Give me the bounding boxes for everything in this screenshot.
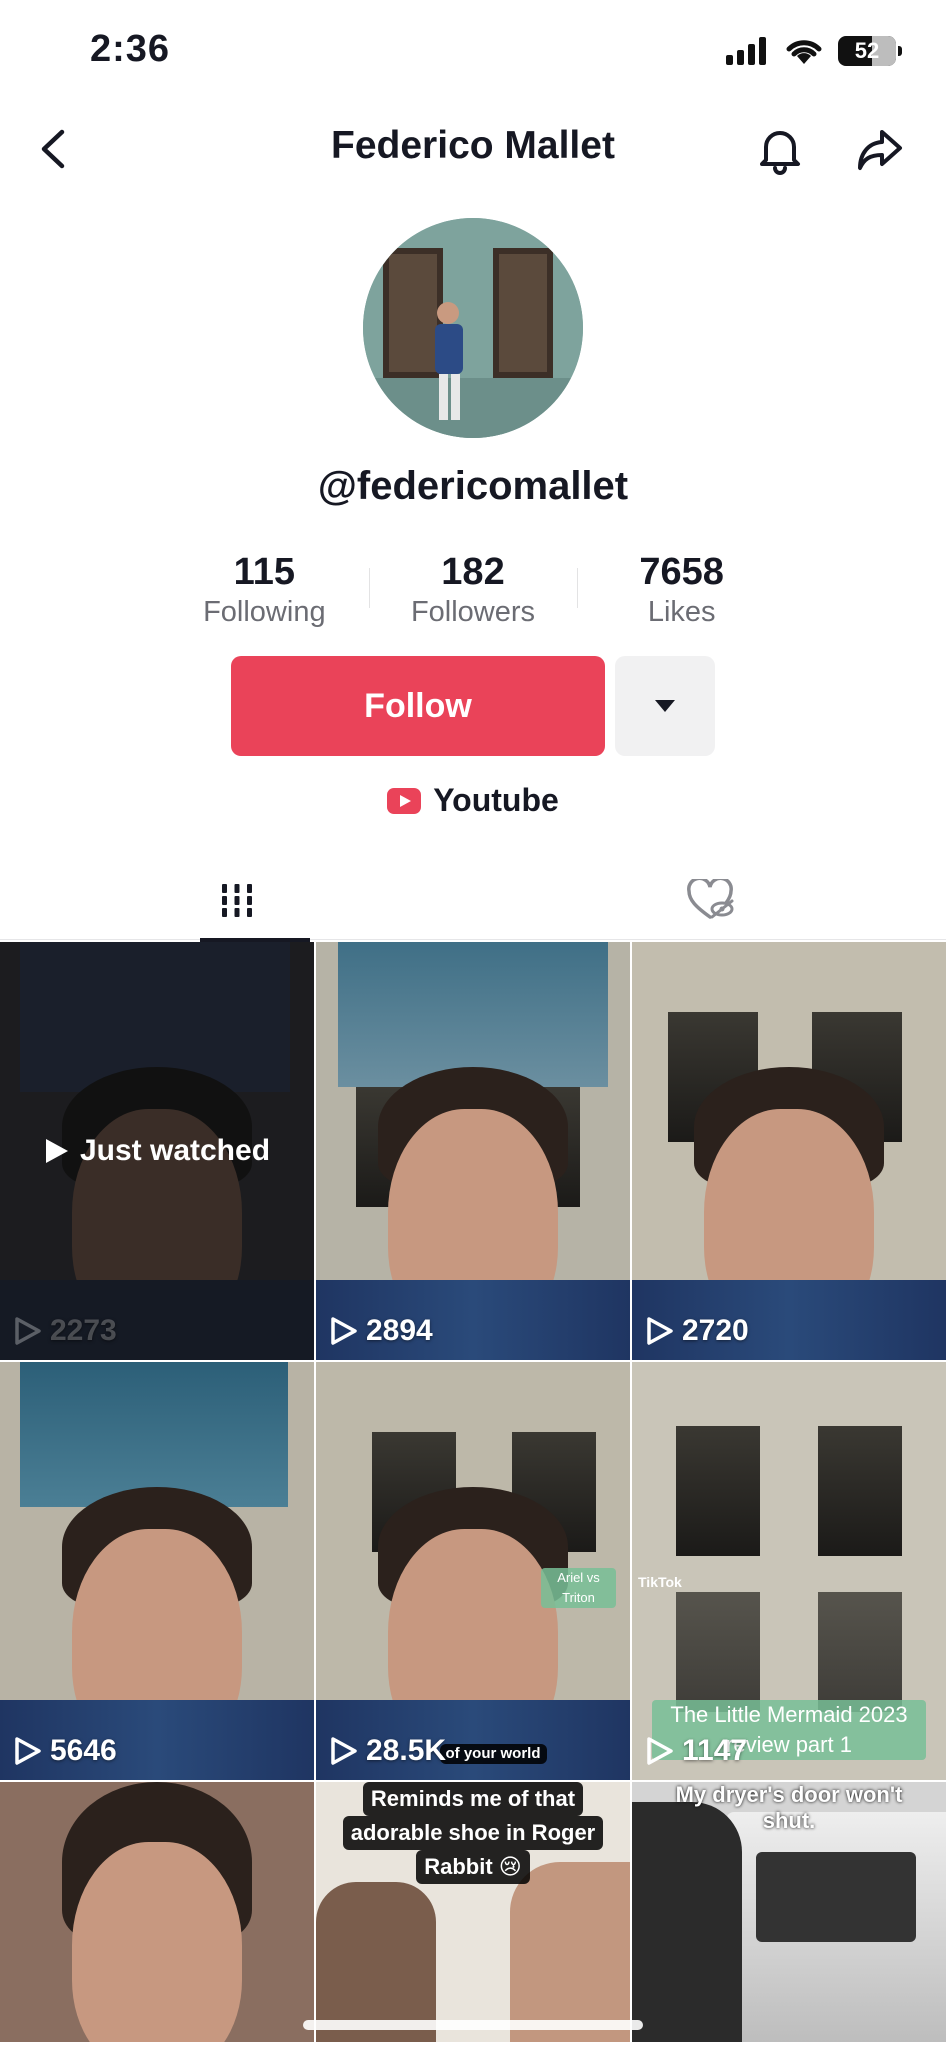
- tiktok-watermark: TikTok: [638, 1574, 682, 1590]
- grid-icon: [221, 884, 252, 917]
- just-watched-badge: Just watched: [0, 1134, 314, 1168]
- share-arrow-icon[interactable]: [852, 122, 908, 178]
- followers-count: 182: [441, 551, 505, 593]
- video-tile[interactable]: TikTok The Little Mermaid 2023 review pa…: [632, 1362, 946, 1780]
- avatar[interactable]: [363, 218, 583, 438]
- battery-icon: 52: [838, 36, 902, 66]
- view-count: 2894: [330, 1314, 433, 1348]
- video-tile[interactable]: 5646: [0, 1362, 314, 1780]
- nav-bar: Federico Mallet: [0, 110, 946, 190]
- view-count: 5646: [14, 1734, 117, 1768]
- view-count: 2273: [14, 1314, 117, 1348]
- followers-label: Followers: [410, 596, 536, 628]
- video-caption: My dryer's door won't shut.: [675, 1782, 903, 1833]
- video-grid: Just watched 2273 2894 2720 5646 Ariel v…: [0, 942, 946, 2042]
- video-thumbnail-clip: [338, 942, 608, 1087]
- video-caption: Reminds me of that adorable shoe in Roge…: [322, 1782, 624, 1884]
- suggested-accounts-button[interactable]: [615, 656, 715, 756]
- view-count-label: 2273: [50, 1314, 117, 1347]
- view-count: 28.5K: [330, 1734, 446, 1768]
- view-count-label: 28.5K: [366, 1734, 447, 1767]
- video-tile[interactable]: [0, 1782, 314, 2042]
- youtube-icon: [387, 787, 422, 814]
- view-count-label: 1147: [682, 1734, 748, 1767]
- status-bar: 2:36 52: [0, 0, 946, 100]
- view-count: 2720: [646, 1314, 749, 1348]
- view-count-label: 2720: [682, 1314, 749, 1347]
- view-count: 1147: [646, 1734, 747, 1768]
- follow-button[interactable]: Follow: [231, 656, 605, 756]
- status-icons: 52: [726, 36, 902, 66]
- stat-likes: 7658 Likes: [577, 552, 786, 632]
- view-count-label: 2894: [366, 1314, 433, 1347]
- video-tile[interactable]: 2720: [632, 942, 946, 1360]
- play-outline-icon: [15, 1737, 41, 1765]
- video-tile[interactable]: Just watched 2273: [0, 942, 314, 1360]
- profile-stats: 115 Following 182 Followers 7658 Likes: [160, 552, 786, 632]
- wifi-icon: [786, 40, 822, 64]
- home-indicator[interactable]: [303, 2020, 643, 2030]
- play-outline-icon: [331, 1317, 357, 1345]
- youtube-link[interactable]: Youtube: [0, 782, 946, 819]
- play-icon: [45, 1139, 68, 1163]
- tab-liked[interactable]: [473, 860, 946, 940]
- video-tile[interactable]: Ariel vs Triton of your world 28.5K: [316, 1362, 630, 1780]
- video-caption-line: The Little Mermaid 2023: [670, 1702, 908, 1727]
- status-time: 2:36: [90, 28, 171, 70]
- view-count-label: 5646: [50, 1734, 117, 1767]
- caret-down-icon: [655, 700, 675, 712]
- video-caption: of your world: [436, 1744, 550, 1764]
- play-outline-icon: [647, 1317, 673, 1345]
- stat-following[interactable]: 115 Following: [160, 552, 369, 632]
- just-watched-label: Just watched: [79, 1134, 271, 1167]
- play-outline-icon: [331, 1737, 357, 1765]
- battery-level: 52: [854, 38, 880, 63]
- play-outline-icon: [647, 1737, 673, 1765]
- username: @federicomallet: [317, 464, 629, 508]
- video-caption: Ariel vs Triton: [541, 1568, 616, 1608]
- following-label: Following: [203, 596, 326, 628]
- youtube-link-label: Youtube: [433, 782, 559, 818]
- profile-tabs: [0, 860, 946, 942]
- video-tile[interactable]: 2894: [316, 942, 630, 1360]
- following-count: 115: [233, 551, 295, 593]
- likes-label: Likes: [647, 596, 716, 628]
- stat-followers[interactable]: 182 Followers: [368, 551, 578, 632]
- cellular-signal-icon: [726, 37, 766, 65]
- avatar-photo: [363, 218, 583, 438]
- play-outline-icon: [15, 1317, 41, 1345]
- heart-hidden-icon: [686, 879, 733, 919]
- tab-videos[interactable]: [0, 860, 473, 942]
- video-thumbnail-clip: [20, 1362, 288, 1507]
- likes-count: 7658: [639, 551, 724, 593]
- video-tile[interactable]: Reminds me of that adorable shoe in Roge…: [316, 1782, 630, 2042]
- bell-icon[interactable]: [752, 122, 808, 178]
- video-tile[interactable]: My dryer's door won't shut.: [632, 1782, 946, 2042]
